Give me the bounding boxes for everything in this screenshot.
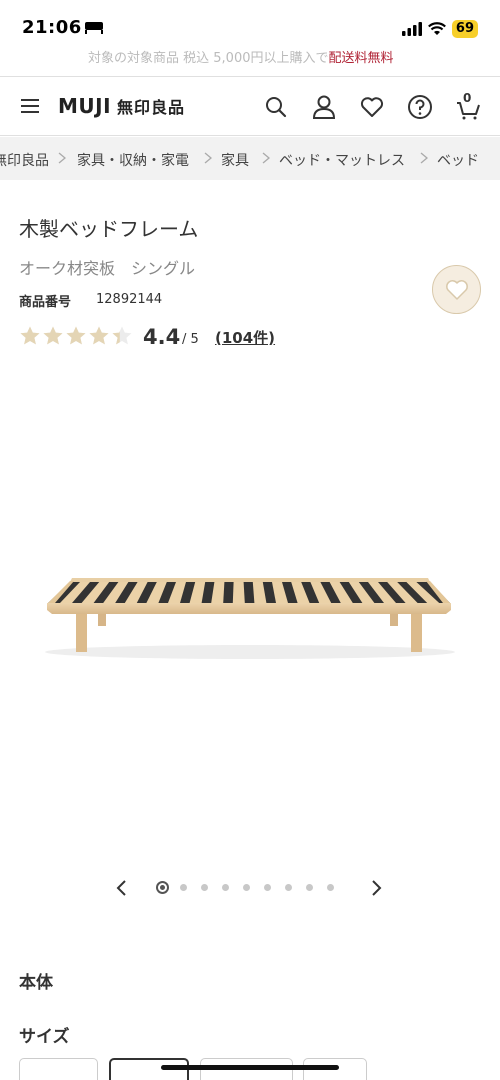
product-variant: オーク材突板 シングル [19,259,196,278]
breadcrumb: 無印良品 家具・収納・家電 家具 ベッド・マットレス ベッド [0,137,500,180]
favorites-icon[interactable] [359,94,385,120]
status-indicators: 69 [401,20,478,38]
menu-icon[interactable] [21,98,39,114]
home-indicator [161,1065,339,1070]
product-code-label: 商品番号 [19,295,72,310]
carousel-pagination [156,881,348,894]
carousel-dot[interactable] [180,884,187,891]
add-favorite-button[interactable] [432,265,481,314]
star-icon [43,326,63,345]
size-option[interactable] [19,1058,98,1080]
chevron-right-icon [420,152,428,164]
search-icon[interactable] [263,94,289,120]
section-size-label: サイズ [19,1027,70,1047]
star-icon [89,326,109,345]
chevron-right-icon [58,152,66,164]
star-icon [20,326,40,345]
muji-logo[interactable]: MUJI 無印良品 [58,94,185,118]
wifi-icon [427,22,446,35]
breadcrumb-item[interactable]: ベッド・マットレス [279,150,405,170]
chevron-right-icon [262,152,270,164]
chevron-right-icon [204,152,212,164]
carousel-dot[interactable] [264,884,271,891]
star-icon [112,326,132,345]
carousel-dot[interactable] [243,884,250,891]
site-header: MUJI 無印良品 0 [0,76,500,136]
carousel-next-button[interactable] [368,879,384,897]
product-title: 木製ベッドフレーム [19,217,199,241]
bed-slat [232,582,245,603]
carousel-prev-button[interactable] [114,879,130,897]
help-icon[interactable] [407,94,433,120]
carousel-dot[interactable] [201,884,208,891]
carousel-dot[interactable] [285,884,292,891]
signal-icon [401,22,422,36]
section-body-label: 本体 [19,973,53,993]
promo-banner[interactable]: 対象の対象商品 税込 5,000円以上購入で配送料無料 [0,46,500,64]
product-code: 12892144 [96,292,163,307]
promo-text: 対象の対象商品 税込 5,000円以上購入で配送料無料 [88,47,394,64]
breadcrumb-item[interactable]: ベッド [437,150,479,170]
promo-text-gray: 対象の対象商品 税込 5,000円以上購入で [88,51,329,64]
breadcrumb-item[interactable]: 家具 [221,150,249,170]
rating-max: / 5 [182,332,199,347]
cart-count: 0 [463,91,472,105]
battery-indicator: 69 [451,20,478,38]
promo-text-red: 配送料無料 [328,51,394,64]
account-icon[interactable] [311,94,337,120]
product-image[interactable] [0,360,500,860]
carousel-dot[interactable] [306,884,313,891]
bed-icon [85,22,103,34]
logo-jp-text: 無印良品 [117,98,186,117]
breadcrumb-item[interactable]: 家具・収納・家電 [77,150,189,170]
carousel-dot[interactable] [156,881,169,894]
carousel-dot[interactable] [222,884,229,891]
rating-stars [19,325,133,347]
star-icon [66,326,86,345]
status-time: 21:06 [22,17,82,38]
rating-value: 4.4 [143,325,181,349]
heart-icon [445,279,468,300]
review-count-link[interactable]: (104件) [215,327,275,348]
breadcrumb-item[interactable]: 無印良品 [0,150,49,170]
carousel-dot[interactable] [327,884,334,891]
logo-text: MUJI [58,94,112,118]
